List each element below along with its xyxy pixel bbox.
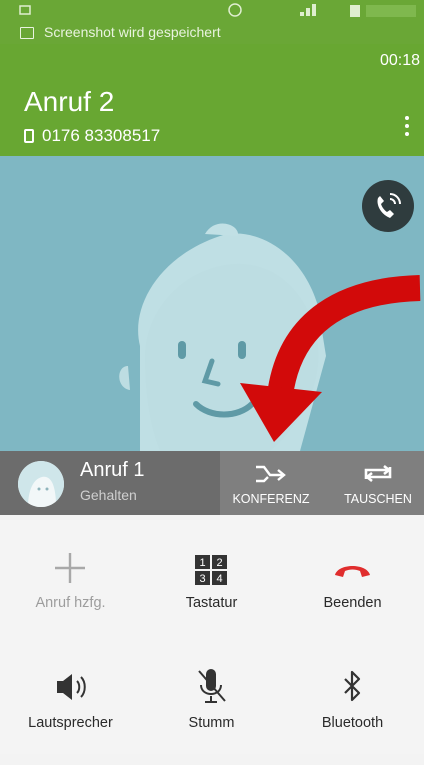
mute-label: Stumm [188, 715, 235, 731]
end-call-icon [335, 566, 370, 577]
mute-icon [198, 669, 226, 703]
speaker-icon [57, 674, 86, 700]
end-call-label: Beenden [323, 595, 382, 611]
bluetooth-label: Bluetooth [321, 715, 384, 731]
mute-button[interactable]: Stumm [141, 665, 282, 765]
add-icon [55, 553, 85, 583]
call-controls: Anruf hzfg. 1 2 3 4 Tastatur Beenden Lau… [0, 515, 424, 754]
speaker-button[interactable]: Lautsprecher [0, 665, 141, 765]
keypad-digit-1: 1 [199, 557, 205, 569]
bluetooth-icon [344, 670, 361, 702]
keypad-digit-3: 3 [199, 573, 205, 585]
keypad-label: Tastatur [185, 595, 238, 611]
speaker-label: Lautsprecher [28, 715, 113, 731]
keypad-digit-2: 2 [216, 557, 222, 569]
keypad-digit-4: 4 [216, 573, 222, 585]
end-call-button[interactable]: Beenden [282, 545, 423, 645]
keypad-icon: 1 2 3 4 [195, 555, 227, 585]
add-call-label: Anruf hzfg. [35, 595, 106, 611]
bluetooth-button[interactable]: Bluetooth [282, 665, 423, 765]
add-call-button[interactable]: Anruf hzfg. [0, 545, 141, 645]
keypad-button[interactable]: 1 2 3 4 Tastatur [141, 545, 282, 645]
